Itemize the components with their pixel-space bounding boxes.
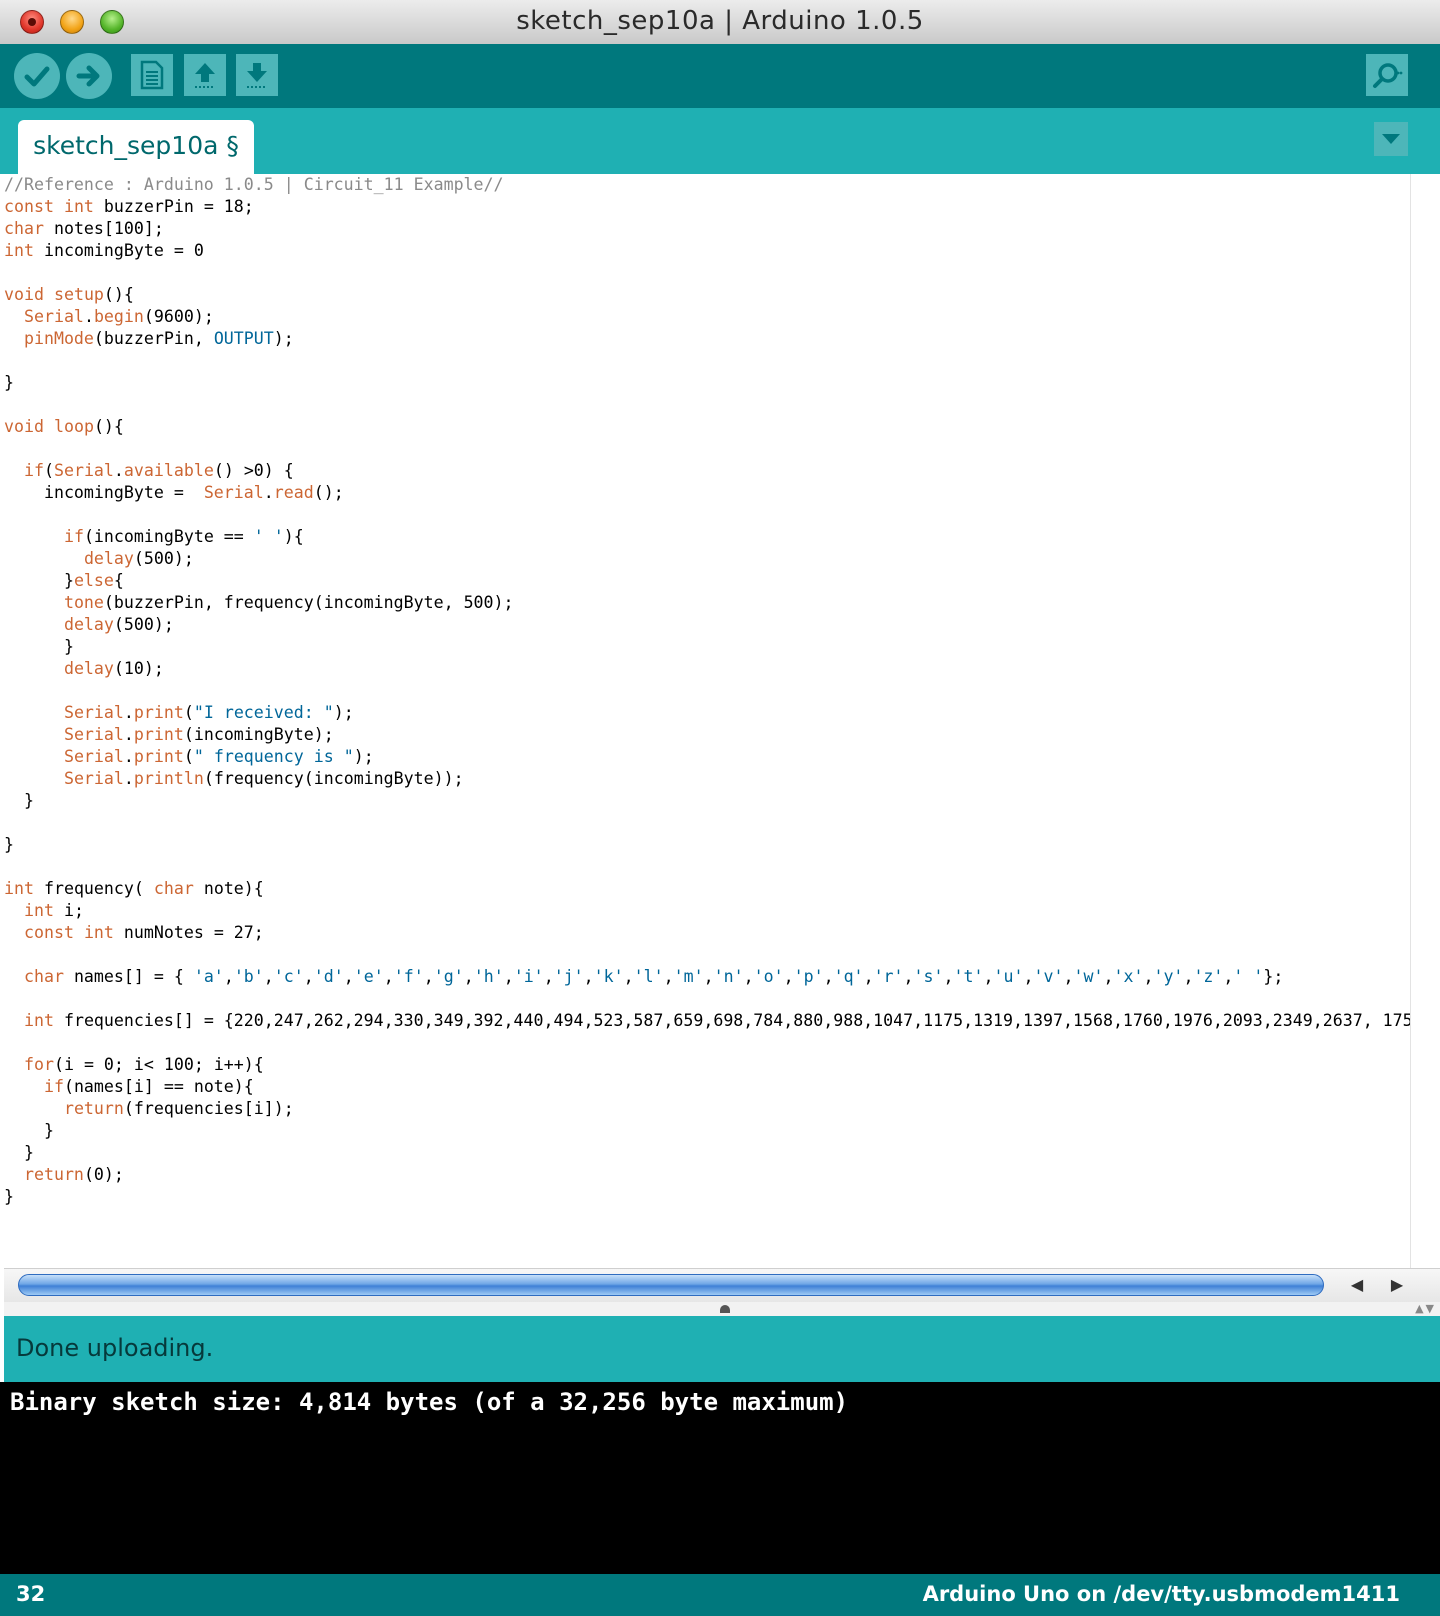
upload-button[interactable] xyxy=(66,53,112,99)
code-line[interactable]: const int numNotes = 27; xyxy=(4,922,1410,944)
splitter-handle[interactable] xyxy=(720,1305,730,1313)
code-line[interactable]: delay(500); xyxy=(4,548,1410,570)
code-line[interactable]: } xyxy=(4,372,1410,394)
code-line[interactable]: int frequency( char note){ xyxy=(4,878,1410,900)
new-button[interactable] xyxy=(131,54,173,96)
code-line[interactable]: Serial.begin(9600); xyxy=(4,306,1410,328)
code-line[interactable]: if(names[i] == note){ xyxy=(4,1076,1410,1098)
checkmark-icon xyxy=(24,66,50,87)
code-line[interactable]: incomingByte = Serial.read(); xyxy=(4,482,1410,504)
code-line[interactable]: ​ xyxy=(4,988,1410,1010)
code-editor[interactable]: //Reference : Arduino 1.0.5 | Circuit_11… xyxy=(4,174,1410,1268)
code-line[interactable]: void setup(){ xyxy=(4,284,1410,306)
line-number: 32 xyxy=(16,1582,46,1606)
code-line[interactable]: } xyxy=(4,636,1410,658)
status-message: Done uploading. xyxy=(16,1334,214,1362)
code-line[interactable]: pinMode(buzzerPin, OUTPUT); xyxy=(4,328,1410,350)
code-line[interactable]: ​ xyxy=(4,504,1410,526)
code-line[interactable]: Serial.print("I received: "); xyxy=(4,702,1410,724)
code-line[interactable]: char names[] = { 'a','b','c','d','e','f'… xyxy=(4,966,1410,988)
code-line[interactable]: delay(500); xyxy=(4,614,1410,636)
code-line[interactable]: ​ xyxy=(4,394,1410,416)
horizontal-scroll-thumb[interactable] xyxy=(18,1274,1324,1296)
title-bar: sketch_sep10a | Arduino 1.0.5 xyxy=(0,0,1440,45)
code-line[interactable]: ​ xyxy=(4,438,1410,460)
code-line[interactable]: //Reference : Arduino 1.0.5 | Circuit_11… xyxy=(4,174,1410,196)
code-line[interactable]: for(i = 0; i< 100; i++){ xyxy=(4,1054,1410,1076)
code-line[interactable]: ​ xyxy=(4,262,1410,284)
tab-menu-button[interactable] xyxy=(1374,122,1408,156)
code-line[interactable]: int i; xyxy=(4,900,1410,922)
code-line[interactable]: ​ xyxy=(4,856,1410,878)
code-line[interactable]: return(0); xyxy=(4,1164,1410,1186)
code-line[interactable]: ​ xyxy=(4,1032,1410,1054)
code-line[interactable]: if(incomingByte == ' '){ xyxy=(4,526,1410,548)
code-line[interactable]: const int buzzerPin = 18; xyxy=(4,196,1410,218)
save-button[interactable] xyxy=(236,54,278,96)
code-line[interactable]: ​ xyxy=(4,680,1410,702)
code-text[interactable]: //Reference : Arduino 1.0.5 | Circuit_11… xyxy=(4,174,1410,1208)
horizontal-scrollbar[interactable]: ◀ ▶ xyxy=(4,1268,1440,1303)
code-line[interactable]: ​ xyxy=(4,350,1410,372)
console-text: Binary sketch size: 4,814 bytes (of a 32… xyxy=(10,1388,849,1416)
code-line[interactable]: } xyxy=(4,834,1410,856)
code-line[interactable]: ​ xyxy=(4,812,1410,834)
pane-splitter[interactable]: ▲▼ xyxy=(4,1302,1440,1316)
magnifier-icon xyxy=(1373,63,1403,88)
console-output: Binary sketch size: 4,814 bytes (of a 32… xyxy=(0,1382,1440,1574)
footer-bar: 32 Arduino Uno on /dev/tty.usbmodem1411 xyxy=(0,1574,1440,1616)
code-line[interactable]: return(frequencies[i]); xyxy=(4,1098,1410,1120)
code-line[interactable]: ​ xyxy=(4,944,1410,966)
code-line[interactable]: delay(10); xyxy=(4,658,1410,680)
board-port-label: Arduino Uno on /dev/tty.usbmodem1411 xyxy=(922,1582,1400,1606)
verify-button[interactable] xyxy=(14,53,60,99)
scroll-right-arrow-icon[interactable]: ▶ xyxy=(1384,1273,1410,1297)
serial-monitor-button[interactable] xyxy=(1366,54,1408,96)
code-line[interactable]: int incomingByte = 0 xyxy=(4,240,1410,262)
tab-bar: sketch_sep10a § xyxy=(0,108,1440,174)
new-file-icon xyxy=(140,60,164,90)
arrow-right-icon xyxy=(76,65,100,87)
code-line[interactable]: int frequencies[] = {220,247,262,294,330… xyxy=(4,1010,1410,1032)
window-title: sketch_sep10a | Arduino 1.0.5 xyxy=(516,6,924,36)
code-line[interactable]: } xyxy=(4,1142,1410,1164)
toolbar xyxy=(0,44,1440,108)
tab-sketch[interactable]: sketch_sep10a § xyxy=(18,120,254,174)
save-arrow-down-icon xyxy=(247,63,267,88)
code-line[interactable]: } xyxy=(4,790,1410,812)
open-arrow-up-icon xyxy=(195,63,215,88)
code-line[interactable]: } xyxy=(4,1186,1410,1208)
vertical-scrollbar[interactable] xyxy=(1410,174,1440,1268)
code-line[interactable]: Serial.println(frequency(incomingByte)); xyxy=(4,768,1410,790)
code-line[interactable]: }else{ xyxy=(4,570,1410,592)
code-line[interactable]: void loop(){ xyxy=(4,416,1410,438)
splitter-arrows-icon[interactable]: ▲▼ xyxy=(1415,1302,1436,1315)
code-line[interactable]: Serial.print(" frequency is "); xyxy=(4,746,1410,768)
open-button[interactable] xyxy=(184,54,226,96)
code-line[interactable]: char notes[100]; xyxy=(4,218,1410,240)
chevron-down-icon xyxy=(1382,134,1400,144)
code-line[interactable]: if(Serial.available() >0) { xyxy=(4,460,1410,482)
code-line[interactable]: } xyxy=(4,1120,1410,1142)
status-bar: Done uploading. xyxy=(4,1316,1440,1382)
code-line[interactable]: Serial.print(incomingByte); xyxy=(4,724,1410,746)
scroll-left-arrow-icon[interactable]: ◀ xyxy=(1344,1273,1370,1297)
code-line[interactable]: tone(buzzerPin, frequency(incomingByte, … xyxy=(4,592,1410,614)
